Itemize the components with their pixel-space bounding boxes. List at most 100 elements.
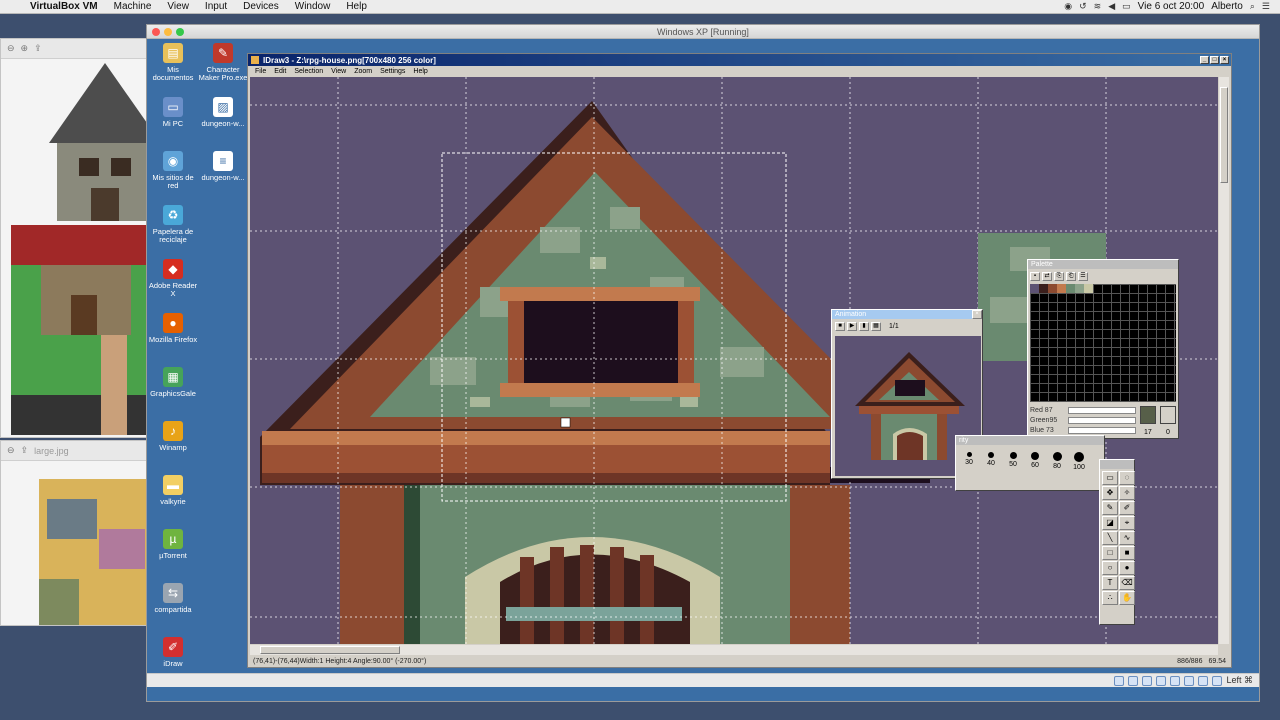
brush-size-option[interactable]: 60 [1025,448,1045,471]
menu-settings[interactable]: Settings [376,68,409,75]
horizontal-scroll-thumb[interactable] [260,646,400,654]
desktop-icon[interactable]: ◆ Adobe Reader X [147,259,199,298]
usb-icon[interactable] [1170,675,1181,686]
animation-titlebar[interactable]: Animation × [832,310,982,319]
menu-zoom[interactable]: Zoom [350,68,376,75]
palette-titlebar[interactable]: Palette [1028,260,1178,269]
close-icon[interactable]: × [1220,56,1229,64]
rectangle-icon[interactable]: □ [1102,546,1118,560]
menubar-user[interactable]: Alberto [1211,1,1243,12]
spotlight-icon[interactable]: ⌕ [1250,1,1255,12]
magic-wand-icon[interactable]: ✧ [1119,486,1135,500]
vbox-titlebar[interactable]: Windows XP [Running] [147,25,1259,39]
menu-selection[interactable]: Selection [290,68,327,75]
battery-icon[interactable]: ▭ [1122,1,1131,12]
menubar-clock[interactable]: Vie 6 oct 20:00 [1138,1,1205,12]
menu-input[interactable]: Input [197,1,235,12]
rgb-sliders[interactable] [1068,407,1136,437]
vertical-scroll-thumb[interactable] [1220,87,1228,183]
filled-rectangle-icon[interactable]: ■ [1119,546,1135,560]
menu-help[interactable]: Help [409,68,431,75]
minimize-icon[interactable]: _ [1200,56,1209,64]
zoom-out-icon[interactable]: ⊖ [7,43,15,54]
eraser-icon[interactable]: ⌫ [1119,576,1135,590]
menu-view[interactable]: View [327,68,350,75]
palette-paste-icon[interactable]: ⎗ [1066,271,1076,281]
optical-drive-icon[interactable] [1128,675,1139,686]
horizontal-scrollbar[interactable] [250,645,1218,655]
desktop-icon[interactable]: ♻ Papelera de reciclaje [147,205,199,244]
desktop-icon[interactable]: ▭ Mi PC [147,97,199,128]
grid-icon[interactable]: ▦ [871,321,881,331]
spray-icon[interactable]: ∴ [1102,591,1118,605]
idraw-titlebar[interactable]: IDraw3 - Z:\rpg-house.png[700x480 256 co… [248,54,1231,66]
menu-view[interactable]: View [159,1,197,12]
palette-grid[interactable] [1030,284,1176,402]
menu-window[interactable]: Window [287,1,339,12]
menu-devices[interactable]: Devices [235,1,287,12]
audio-icon[interactable] [1142,675,1153,686]
move-icon[interactable]: ✥ [1102,486,1118,500]
zoom-out-icon[interactable]: ⊖ [7,445,15,456]
brush-titlebar[interactable]: rity [956,436,1104,445]
desktop-icon[interactable]: ⇆ compartida [147,583,199,614]
network-adapter-icon[interactable] [1156,675,1167,686]
volume-icon[interactable]: ◀ [1108,1,1115,12]
record-icon[interactable]: ◉ [1064,1,1072,12]
menu-machine[interactable]: Machine [106,1,160,12]
display-icon[interactable] [1198,675,1209,686]
hard-disk-icon[interactable] [1114,675,1125,686]
brush-size-option[interactable]: 40 [981,448,1001,471]
line-icon[interactable]: ╲ [1102,531,1118,545]
brush-size-option[interactable]: 100 [1069,448,1089,471]
select-lasso-icon[interactable]: ◌ [1119,471,1135,485]
desktop-icon[interactable]: ≡ dungeon-w... [197,151,249,182]
animation-close-icon[interactable]: × [972,310,982,319]
select-rect-icon[interactable]: ▭ [1102,471,1118,485]
shared-folders-icon[interactable] [1184,675,1195,686]
fill-icon[interactable]: ◪ [1102,516,1118,530]
filled-ellipse-icon[interactable]: ● [1119,561,1135,575]
desktop-icon[interactable]: ▬ valkyrie [147,475,199,506]
desktop-icon[interactable]: µ µTorrent [147,529,199,560]
brush-size-option[interactable]: 80 [1047,448,1067,471]
desktop-icon[interactable]: ♪ Winamp [147,421,199,452]
menu-app-name[interactable]: VirtualBox VM [22,1,106,12]
palette-swap-icon[interactable]: ⇄ [1042,271,1052,281]
wifi-icon[interactable]: ≋ [1094,1,1102,12]
time-machine-icon[interactable]: ↺ [1079,1,1087,12]
brush-size-option[interactable]: 30 [959,448,979,471]
desktop-icon[interactable]: ▦ GraphicsGale [147,367,199,398]
maximize-icon[interactable]: □ [1210,56,1219,64]
menu-file[interactable]: File [251,68,270,75]
desktop-icon[interactable]: ▤ Mis documentos [147,43,199,82]
frame-icon[interactable]: ▮ [859,321,869,331]
menu-help[interactable]: Help [338,1,375,12]
notification-center-icon[interactable]: ☰ [1262,1,1270,12]
curve-icon[interactable]: ∿ [1119,531,1135,545]
play-icon[interactable]: ▶ [847,321,857,331]
palette-rgb-icon[interactable]: ▪ [1030,271,1040,281]
stop-icon[interactable]: ■ [835,321,845,331]
text-icon[interactable]: T [1102,576,1118,590]
palette-copy-icon[interactable]: ⎘ [1054,271,1064,281]
desktop-icon[interactable]: ◉ Mis sitios de red [147,151,199,190]
vertical-scrollbar[interactable] [1219,77,1229,644]
desktop-icon[interactable]: ✐ iDraw [147,637,199,668]
share-icon[interactable]: ⇪ [34,43,42,54]
brush-icon[interactable]: ✐ [1119,501,1135,515]
hand-icon[interactable]: ✋ [1119,591,1135,605]
palette-list-icon[interactable]: ☰ [1078,271,1088,281]
brush-size-option[interactable]: 50 [1003,448,1023,471]
share-icon[interactable]: ⇪ [21,445,29,456]
pencil-icon[interactable]: ✎ [1102,501,1118,515]
ellipse-icon[interactable]: ○ [1102,561,1118,575]
zoom-in-icon[interactable]: ⊕ [21,43,29,54]
menu-edit[interactable]: Edit [270,68,290,75]
desktop-icon[interactable]: ▨ dungeon-w... [197,97,249,128]
desktop-icon[interactable]: ● Mozilla Firefox [147,313,199,344]
desktop-icon[interactable]: ✎ Character Maker Pro.exe [197,43,249,82]
capture-icon[interactable] [1212,675,1223,686]
tools-titlebar[interactable] [1100,460,1134,469]
eyedropper-icon[interactable]: ⌖ [1119,516,1135,530]
